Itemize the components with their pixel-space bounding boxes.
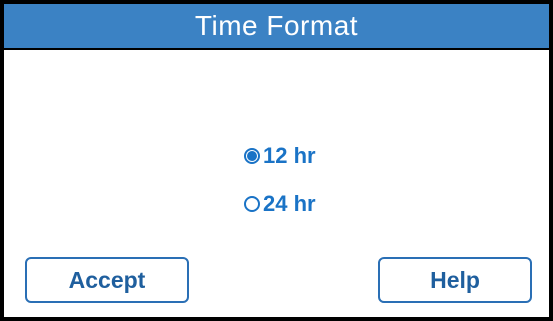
option-24-hr[interactable]: 24 hr	[244, 190, 316, 218]
option-label-12-hr[interactable]: 12 hr	[263, 143, 316, 169]
radio-selected-icon[interactable]	[244, 148, 260, 164]
accept-button[interactable]: Accept	[25, 257, 189, 303]
option-12-hr[interactable]: 12 hr	[244, 142, 316, 170]
help-button-label: Help	[430, 266, 480, 293]
accept-button-label: Accept	[68, 266, 146, 293]
help-button[interactable]: Help	[378, 257, 532, 303]
title-bar: Time Format	[4, 4, 549, 50]
option-label-24-hr[interactable]: 24 hr	[263, 191, 316, 217]
time-format-screen: Time Format 12 hr 24 hr Accept Help	[4, 4, 549, 317]
time-format-options: 12 hr 24 hr	[244, 142, 316, 238]
page-title: Time Format	[194, 10, 359, 41]
radio-unselected-icon[interactable]	[244, 196, 260, 212]
